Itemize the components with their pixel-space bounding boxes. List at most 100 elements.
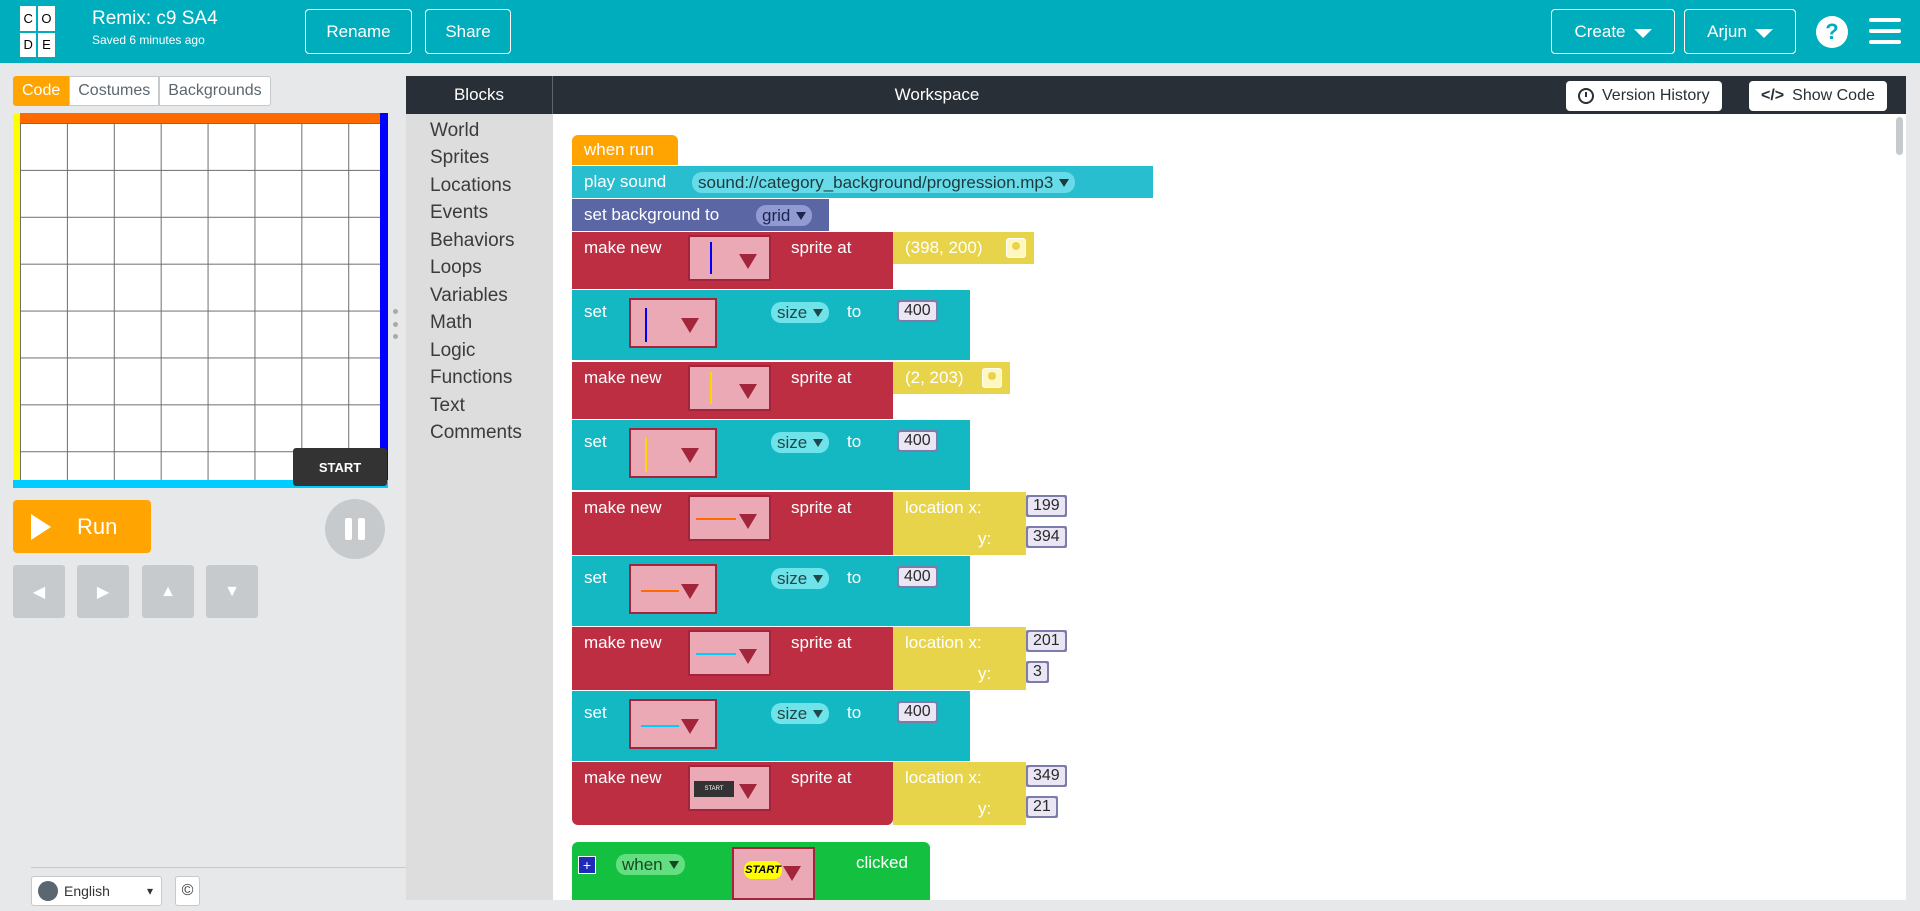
make-new-sprite-block[interactable]: make new sprite at [572,232,893,289]
property-dropdown[interactable]: size [771,568,830,589]
location-pin-icon[interactable] [1006,238,1026,258]
version-history-button[interactable]: Version History [1566,81,1722,111]
make-new-sprite-block[interactable]: make new sprite at [572,362,893,419]
category-sprites[interactable]: Sprites [430,147,489,169]
make-new-sprite-block[interactable]: make new sprite at [572,627,893,690]
category-variables[interactable]: Variables [430,285,508,307]
code-org-logo[interactable]: C O D E [20,6,73,57]
code-icon: </> [1761,87,1785,104]
language-select[interactable]: English ▾ [31,876,162,906]
sprite-costume-picker[interactable]: START [688,765,771,811]
sprite-costume-picker[interactable] [629,564,717,614]
hamburger-menu-icon[interactable] [1869,18,1901,44]
background-dropdown[interactable]: grid [756,205,813,226]
make-new-sprite-block[interactable]: make new sprite at [572,492,893,555]
category-text[interactable]: Text [430,395,465,417]
y-number-input[interactable]: 3 [1026,661,1049,683]
make-new-sprite-block[interactable]: make new sprite at START [572,762,893,825]
category-functions[interactable]: Functions [430,367,512,389]
share-button[interactable]: Share [425,9,511,54]
size-value: size [777,302,808,322]
set-size-block[interactable]: set size to 400 [572,420,970,490]
when-run-block[interactable]: when run [572,135,678,165]
panel-resize-handle[interactable] [392,309,398,339]
set-background-block[interactable]: set background to grid [572,199,829,231]
show-code-button[interactable]: </> Show Code [1749,81,1887,111]
x-number-input[interactable]: 349 [1026,765,1067,787]
logo-letter: D [20,32,37,57]
show-code-label: Show Code [1792,87,1875,104]
sprite-costume-picker[interactable] [629,699,717,749]
x-number-input[interactable]: 201 [1026,630,1067,652]
number-input[interactable]: 400 [897,430,938,452]
property-dropdown[interactable]: size [771,703,830,724]
category-loops[interactable]: Loops [430,257,482,279]
pause-button[interactable] [325,499,385,559]
left-arrow-button[interactable]: ◀ [13,565,65,618]
sprite-costume-picker[interactable] [629,298,717,348]
number-input[interactable]: 400 [897,566,938,588]
start-sprite[interactable]: START [293,448,387,486]
copyright-button[interactable]: © [175,876,200,906]
to-label: to [847,302,862,321]
x-value: 349 [1028,767,1065,785]
help-icon[interactable]: ? [1816,16,1848,48]
sprite-costume-picker[interactable] [688,365,771,411]
up-arrow-button[interactable]: ▲ [142,565,194,618]
category-math[interactable]: Math [430,312,472,334]
down-arrow-button[interactable]: ▼ [206,565,258,618]
sprite-line-yellow [645,438,647,472]
property-dropdown[interactable]: size [771,302,830,323]
sprite-costume-picker[interactable] [688,495,771,541]
left-panel: Code Costumes Backgrounds START Run ◀ ▶ … [0,63,406,911]
location-xy-block[interactable]: location x: y: 199 394 [893,492,1067,555]
chevron-down-icon [783,866,801,881]
point-value: (2, 203) [905,368,964,387]
tab-costumes[interactable]: Costumes [69,76,160,106]
chevron-down-icon [681,448,699,463]
y-number-input[interactable]: 394 [1026,526,1067,548]
when-clicked-block[interactable]: when START clicked [572,842,930,900]
create-menu-button[interactable]: Create [1551,9,1675,54]
category-logic[interactable]: Logic [430,340,475,362]
set-size-block[interactable]: set size to 400 [572,556,970,626]
location-xy-block[interactable]: location x: y: 201 3 [893,627,1067,690]
category-behaviors[interactable]: Behaviors [430,230,515,252]
category-world[interactable]: World [430,120,479,142]
when-dropdown[interactable]: when [616,854,685,875]
scrollbar-thumb[interactable] [1896,117,1903,155]
number-input[interactable]: 400 [897,300,938,322]
rename-button[interactable]: Rename [305,9,412,54]
category-comments[interactable]: Comments [430,422,522,444]
location-point-block[interactable]: (398, 200) [893,232,1034,264]
tab-backgrounds[interactable]: Backgrounds [159,76,271,106]
run-button[interactable]: Run [13,500,151,553]
sound-dropdown[interactable]: sound://category_background/progression.… [692,172,1076,193]
category-locations[interactable]: Locations [430,175,511,197]
chevron-down-icon [1633,28,1652,38]
y-number-input[interactable]: 21 [1026,796,1058,818]
workspace-scrollbar[interactable] [1893,114,1906,900]
sprite-at-label: sprite at [791,238,852,257]
category-events[interactable]: Events [430,202,488,224]
right-arrow-button[interactable]: ▶ [77,565,129,618]
sprite-line-blue [645,308,647,342]
tab-code[interactable]: Code [13,76,70,106]
game-stage[interactable]: START [13,113,388,488]
set-size-block[interactable]: set size to 400 [572,290,970,360]
play-sound-block[interactable]: play sound sound://category_background/p… [572,166,1153,198]
number-input[interactable]: 400 [897,701,938,723]
location-pin-icon[interactable] [982,368,1002,388]
expand-plus-icon[interactable]: + [578,856,596,874]
sprite-costume-picker[interactable] [688,630,771,676]
x-number-input[interactable]: 199 [1026,495,1067,517]
property-dropdown[interactable]: size [771,432,830,453]
chevron-down-icon [681,318,699,333]
sprite-costume-picker[interactable] [688,235,771,281]
sprite-costume-picker[interactable]: START [732,847,815,900]
location-point-block[interactable]: (2, 203) [893,362,1010,394]
location-xy-block[interactable]: location x: y: 349 21 [893,762,1067,825]
set-size-block[interactable]: set size to 400 [572,691,970,761]
sprite-costume-picker[interactable] [629,428,717,478]
user-menu-button[interactable]: Arjun [1684,9,1796,54]
